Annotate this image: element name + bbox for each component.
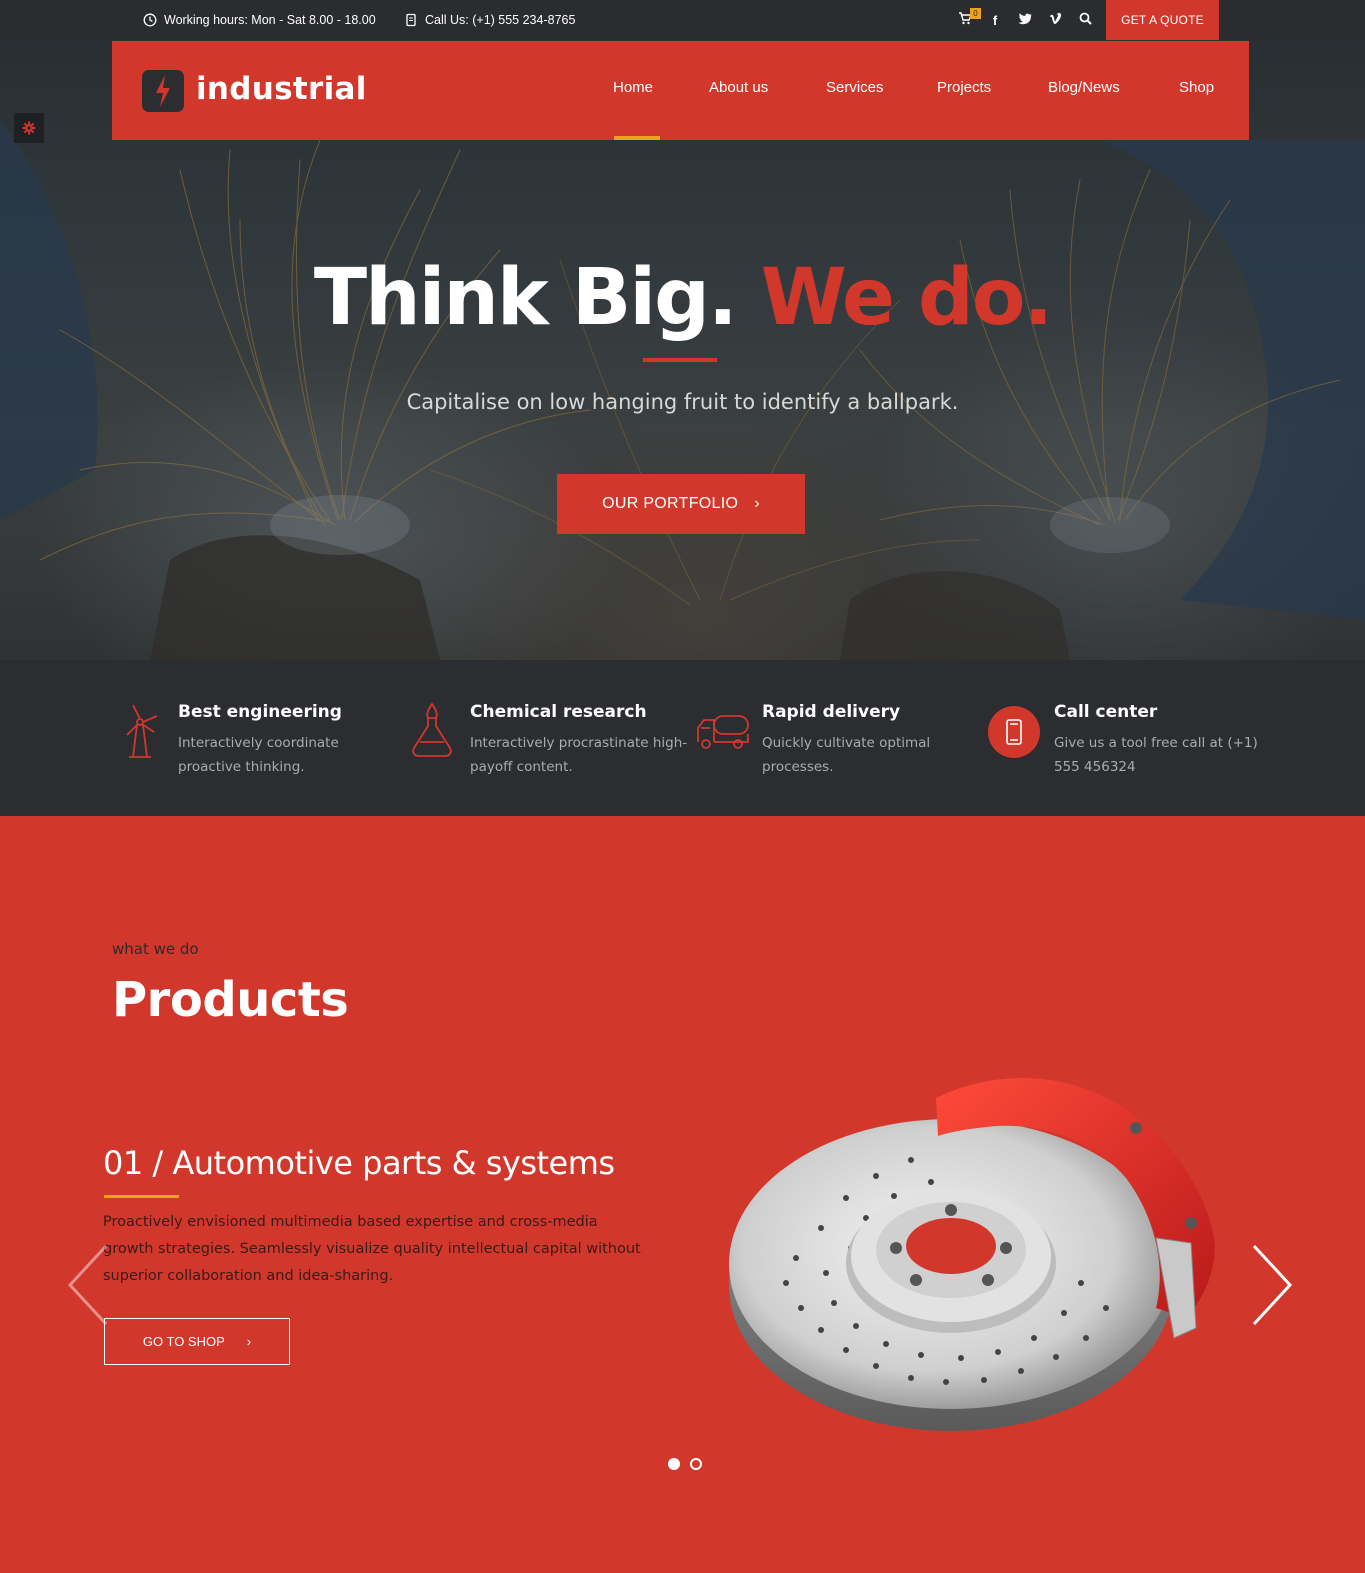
hero-title-part2: We do. xyxy=(760,253,1053,343)
facebook-icon[interactable]: f xyxy=(980,13,1010,28)
chevron-right-icon: › xyxy=(246,1334,252,1349)
feature-chemical-research: Chemical research Interactively procrast… xyxy=(404,700,687,790)
go-to-shop-label: GO TO SHOP xyxy=(142,1334,225,1349)
section-eyebrow: what we do xyxy=(112,940,199,958)
slider-dots xyxy=(668,1458,712,1470)
nav-item-home[interactable]: Home xyxy=(613,79,653,96)
feature-desc: Quickly cultivate optimal processes. xyxy=(762,735,931,775)
twitter-icon[interactable] xyxy=(1010,12,1040,28)
our-portfolio-label: OUR PORTFOLIO xyxy=(602,495,739,512)
working-hours: Working hours: Mon - Sat 8.00 - 18.00 xyxy=(143,0,376,40)
nav-item-shop[interactable]: Shop xyxy=(1179,79,1214,96)
nav-item-services[interactable]: Services xyxy=(826,79,884,96)
flask-icon xyxy=(412,702,452,757)
brake-disc-image xyxy=(729,1078,1215,1431)
feature-desc: Give us a tool free call at (+1) 555 456… xyxy=(1054,735,1258,775)
top-bar: Working hours: Mon - Sat 8.00 - 18.00 Ca… xyxy=(0,0,1365,40)
slider-dot-1[interactable] xyxy=(668,1458,680,1470)
phone-icon xyxy=(988,706,1040,758)
hero-title-part1: Think Big. xyxy=(313,253,738,343)
feature-desc: Interactively procrastinate high-payoff … xyxy=(470,735,688,775)
clock-icon xyxy=(143,13,157,27)
hero-divider xyxy=(643,358,717,362)
chevron-right-icon: › xyxy=(754,495,760,512)
call-us-text: Call Us: (+1) 555 234-8765 xyxy=(425,13,576,27)
hero-title: Think Big. We do. xyxy=(0,253,1365,343)
social-links: f xyxy=(950,0,1100,40)
windmill-icon xyxy=(126,704,158,758)
slider-next-arrow[interactable] xyxy=(1250,1244,1294,1326)
feature-title: Rapid delivery xyxy=(762,702,901,722)
feature-desc: Interactively coordinate proactive think… xyxy=(178,735,339,775)
vimeo-icon[interactable] xyxy=(1040,12,1070,28)
gear-icon xyxy=(22,121,36,135)
our-portfolio-button[interactable]: OUR PORTFOLIO › xyxy=(557,474,805,534)
slider-dot-2[interactable] xyxy=(690,1458,702,1470)
hero-subtitle: Capitalise on low hanging fruit to ident… xyxy=(406,390,959,414)
slider-prev-arrow[interactable] xyxy=(66,1244,110,1326)
go-to-shop-button[interactable]: GO TO SHOP › xyxy=(104,1318,290,1365)
call-us: Call Us: (+1) 555 234-8765 xyxy=(404,0,575,40)
feature-rapid-delivery: Rapid delivery Quickly cultivate optimal… xyxy=(696,700,976,790)
feature-title: Call center xyxy=(1054,702,1158,722)
truck-icon xyxy=(697,715,749,749)
nav-item-about[interactable]: About us xyxy=(709,79,768,96)
feature-best-engineering: Best engineering Interactively coordinat… xyxy=(112,700,392,790)
brand-name[interactable]: industrial xyxy=(196,71,367,107)
get-a-quote-button[interactable]: GET A QUOTE xyxy=(1106,0,1219,40)
main-navbar: industrial Home About us Services Projec… xyxy=(112,41,1249,140)
nav-item-projects[interactable]: Projects xyxy=(937,79,991,96)
phone-book-icon xyxy=(406,13,416,27)
cart-count-badge: 0 xyxy=(970,8,981,19)
products-section: what we do Products 01 / Automotive part… xyxy=(0,816,1365,1573)
working-hours-text: Working hours: Mon - Sat 8.00 - 18.00 xyxy=(164,13,376,27)
nav-active-indicator xyxy=(614,136,660,140)
search-icon[interactable] xyxy=(1070,12,1100,28)
section-title: Products xyxy=(112,972,349,1028)
slide-title-underline xyxy=(104,1195,179,1198)
logo-icon[interactable] xyxy=(141,69,185,113)
feature-title: Best engineering xyxy=(178,702,342,722)
features-strip: Best engineering Interactively coordinat… xyxy=(0,660,1365,816)
nav-item-blog[interactable]: Blog/News xyxy=(1048,79,1120,96)
feature-title: Chemical research xyxy=(470,702,647,722)
slide-title: 01 / Automotive parts & systems xyxy=(103,1144,615,1182)
settings-toggle[interactable] xyxy=(14,113,44,143)
slide-description: Proactively envisioned multimedia based … xyxy=(103,1214,641,1284)
feature-call-center: Call center Give us a tool free call at … xyxy=(988,700,1268,790)
